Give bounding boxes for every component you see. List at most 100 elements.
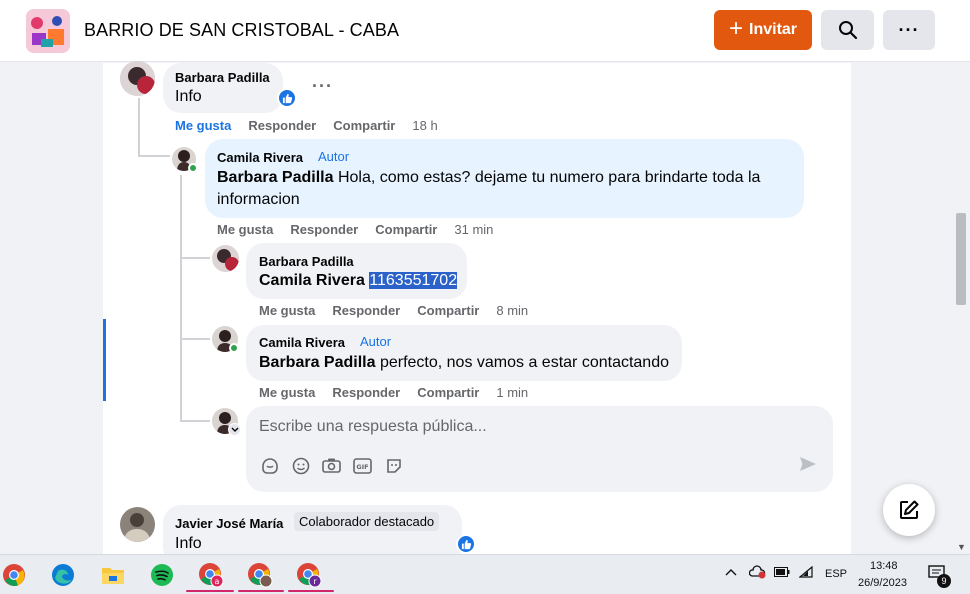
thread-line <box>180 257 210 259</box>
composer-tools: GIF <box>260 456 403 475</box>
comment-text: Info <box>175 535 202 552</box>
phone-number-selected[interactable]: 1163551702 <box>369 272 458 289</box>
chrome-profile-a-icon[interactable]: a <box>197 561 225 589</box>
comment-bubble: Barbara Padilla Info <box>163 63 283 113</box>
reply-composer[interactable]: Escribe una respuesta pública... GIF <box>246 406 833 492</box>
comment-bubble: Camila Rivera Autor Barbara Padilla perf… <box>246 325 682 381</box>
like-reaction-icon[interactable] <box>456 534 476 554</box>
like-action[interactable]: Me gusta <box>259 385 315 400</box>
group-header: BARRIO DE SAN CRISTOBAL - CABA + Invitar… <box>0 0 970 62</box>
comment-author[interactable]: Javier José María <box>175 516 283 531</box>
comment-text: Barbara Padilla perfecto, nos vamos a es… <box>259 354 669 371</box>
invite-button[interactable]: + Invitar <box>714 10 812 50</box>
thread-line <box>180 175 182 421</box>
group-title[interactable]: BARRIO DE SAN CRISTOBAL - CABA <box>84 20 399 41</box>
top-contributor-badge: Colaborador destacado <box>294 512 440 531</box>
reply-action[interactable]: Responder <box>332 303 400 318</box>
active-thread-indicator <box>103 319 106 401</box>
onedrive-error-icon[interactable] <box>748 565 767 582</box>
gif-icon[interactable]: GIF <box>353 456 372 475</box>
chrome-profile-photo-icon[interactable] <box>246 561 274 589</box>
svg-text:a: a <box>215 577 220 586</box>
language-indicator[interactable]: ESP <box>825 568 847 580</box>
mention[interactable]: Barbara Padilla <box>217 169 334 186</box>
sticker-icon[interactable] <box>260 456 279 475</box>
more-dots-icon: ··· <box>898 19 920 40</box>
page-scrollbar[interactable]: ▼ <box>954 63 970 554</box>
thread-line <box>138 155 170 157</box>
spotify-icon[interactable] <box>148 561 176 589</box>
online-status-icon <box>229 343 239 353</box>
like-reaction-icon[interactable] <box>277 88 297 108</box>
comment-options-icon[interactable]: ··· <box>312 76 333 97</box>
comment-text: Info <box>175 88 202 105</box>
like-action[interactable]: Me gusta <box>259 303 315 318</box>
comment-text: Camila Rivera 1163551702 <box>259 270 458 292</box>
edge-icon[interactable] <box>49 561 77 589</box>
comment-timestamp[interactable]: 8 min <box>496 303 528 318</box>
like-action[interactable]: Me gusta <box>217 222 273 237</box>
scroll-down-arrow-icon[interactable]: ▼ <box>957 542 966 552</box>
chrome-profile-r-icon[interactable]: r <box>295 561 323 589</box>
svg-text:GIF: GIF <box>356 463 368 471</box>
camera-icon[interactable] <box>322 456 341 475</box>
comment-timestamp[interactable]: 1 min <box>496 385 528 400</box>
clock-date[interactable]: 26/9/2023 <box>858 577 907 589</box>
mention[interactable]: Barbara Padilla <box>259 354 376 371</box>
plus-icon: + <box>728 15 743 42</box>
file-explorer-icon[interactable] <box>99 561 127 589</box>
new-message-button[interactable] <box>883 484 935 536</box>
comment-actions: Me gusta Responder Compartir 8 min <box>259 303 528 318</box>
share-action[interactable]: Compartir <box>375 222 437 237</box>
online-status-icon <box>188 163 198 173</box>
author-tag: Autor <box>318 149 350 164</box>
comment-actions: Me gusta Responder Compartir 1 min <box>259 385 528 400</box>
comment-bubble: Camila Rivera Autor Barbara Padilla Hola… <box>205 139 804 218</box>
avatar-sticker-icon[interactable] <box>384 456 403 475</box>
more-options-button[interactable]: ··· <box>883 10 935 50</box>
like-action[interactable]: Me gusta <box>175 118 231 133</box>
search-button[interactable] <box>821 10 874 50</box>
share-action[interactable]: Compartir <box>333 118 395 133</box>
reply-action[interactable]: Responder <box>332 385 400 400</box>
comment-actions: Me gusta Responder Compartir 31 min <box>217 222 493 237</box>
comment-timestamp[interactable]: 31 min <box>454 222 493 237</box>
reply-input[interactable]: Escribe una respuesta pública... <box>259 418 487 436</box>
thread-line <box>180 338 210 340</box>
reply-action[interactable]: Responder <box>290 222 358 237</box>
mention[interactable]: Camila Rivera <box>259 272 365 289</box>
author-tag: Autor <box>360 334 392 349</box>
share-action[interactable]: Compartir <box>417 385 479 400</box>
comment-author[interactable]: Barbara Padilla <box>259 254 354 269</box>
battery-icon[interactable] <box>774 567 790 580</box>
share-action[interactable]: Compartir <box>417 303 479 318</box>
reply-action[interactable]: Responder <box>248 118 316 133</box>
thread-line <box>138 98 140 156</box>
clock-time[interactable]: 13:48 <box>870 560 898 572</box>
windows-taskbar: a r ESP 13:48 26/9/2023 9 <box>0 554 970 594</box>
search-icon <box>838 21 857 40</box>
invite-label: Invitar <box>749 21 798 38</box>
comment-text: Barbara Padilla Hola, como estas? dejame… <box>217 169 761 208</box>
send-icon[interactable] <box>799 456 817 477</box>
emoji-icon[interactable] <box>291 456 310 475</box>
show-hidden-icons-chevron-icon[interactable] <box>725 567 737 579</box>
comment-author[interactable]: Camila Rivera <box>259 335 345 350</box>
wifi-icon[interactable] <box>798 565 813 581</box>
active-app-indicator <box>238 590 284 592</box>
comment-actions: Me gusta Responder Compartir 18 h <box>175 118 438 133</box>
comment-author[interactable]: Camila Rivera <box>217 150 303 165</box>
active-app-indicator <box>186 590 234 592</box>
group-avatar[interactable] <box>26 9 70 53</box>
avatar[interactable] <box>212 245 239 272</box>
scrollbar-thumb[interactable] <box>956 213 966 305</box>
comment-author[interactable]: Barbara Padilla <box>175 70 270 85</box>
avatar[interactable] <box>120 61 155 96</box>
profile-switch-chevron-icon[interactable] <box>228 423 241 436</box>
comment-timestamp[interactable]: 18 h <box>412 118 437 133</box>
notifications-count-badge: 9 <box>937 574 951 588</box>
chrome-icon[interactable] <box>0 561 28 589</box>
avatar[interactable] <box>120 507 155 542</box>
comment-bubble: Barbara Padilla Camila Rivera 1163551702 <box>246 243 467 299</box>
thread-line <box>180 420 210 422</box>
